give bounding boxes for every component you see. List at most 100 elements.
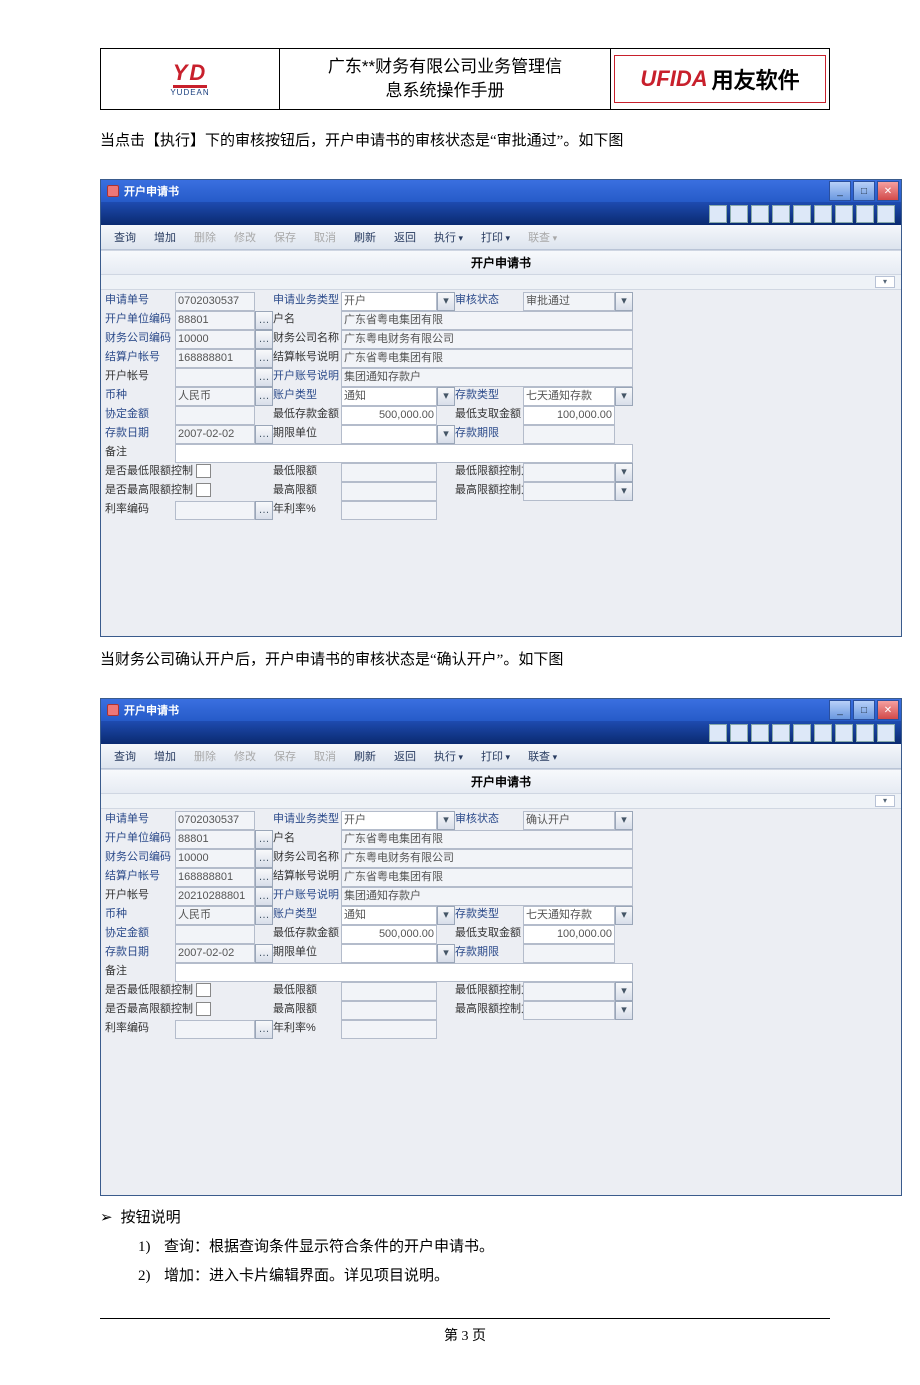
field-min-deposit[interactable]: 500,000.00 (341, 925, 437, 944)
field-min-limit[interactable] (341, 982, 437, 1001)
close-button[interactable]: ✕ (877, 181, 899, 201)
field-min-draw[interactable]: 100,000.00 (523, 406, 615, 425)
field-max-limit[interactable] (341, 482, 437, 501)
toolbar-icon[interactable] (709, 205, 727, 223)
field-min-mode[interactable] (523, 463, 615, 482)
toolbar-icon[interactable] (793, 724, 811, 742)
field-remark[interactable] (175, 444, 633, 463)
field-term-unit[interactable] (341, 944, 437, 963)
picker-icon[interactable]: … (255, 349, 273, 368)
field-fin-name[interactable]: 广东粤电财务有限公司 (341, 849, 633, 868)
field-fin-name[interactable]: 广东粤电财务有限公司 (341, 330, 633, 349)
dropdown-icon[interactable]: ▾ (437, 425, 455, 444)
field-min-deposit[interactable]: 500,000.00 (341, 406, 437, 425)
calendar-icon[interactable]: … (255, 425, 273, 444)
field-year-rate[interactable] (341, 501, 437, 520)
checkbox[interactable] (196, 1002, 211, 1016)
toolbar-icon[interactable] (835, 724, 853, 742)
picker-icon[interactable]: … (255, 1020, 273, 1039)
picker-icon[interactable]: … (255, 887, 273, 906)
field-open-desc[interactable]: 集团通知存款户 (341, 887, 633, 906)
field-rate-code[interactable] (175, 1020, 255, 1039)
refresh-button[interactable]: 刷新 (347, 228, 383, 246)
field-max-mode[interactable] (523, 1001, 615, 1020)
field-biz-type[interactable]: 开户 (341, 292, 437, 311)
checkbox[interactable] (196, 464, 211, 478)
field-settle-acct[interactable]: 168888801 (175, 349, 255, 368)
toolbar-icon[interactable] (709, 724, 727, 742)
picker-icon[interactable]: … (255, 387, 273, 406)
toolbar-icon[interactable] (730, 724, 748, 742)
field-deposit-type[interactable]: 七天通知存款 (523, 387, 615, 406)
field-term-unit[interactable] (341, 425, 437, 444)
toolbar-icon[interactable] (877, 205, 895, 223)
field-max-mode[interactable] (523, 482, 615, 501)
picker-icon[interactable]: … (255, 830, 273, 849)
field-unit-code[interactable]: 88801 (175, 830, 255, 849)
toolbar-icon[interactable] (772, 205, 790, 223)
toolbar-icon[interactable] (814, 205, 832, 223)
field-currency[interactable]: 人民币 (175, 387, 255, 406)
dropdown-icon[interactable]: ▾ (437, 906, 455, 925)
dropdown-icon[interactable]: ▾ (437, 944, 455, 963)
field-biz-type[interactable]: 开户 (341, 811, 437, 830)
toolbar-icon[interactable] (856, 205, 874, 223)
dropdown-icon[interactable]: ▾ (437, 292, 455, 311)
exec-button[interactable]: 执行 (427, 228, 470, 246)
field-open-acct[interactable]: 20210288801 (175, 887, 255, 906)
field-dep-term[interactable] (523, 944, 615, 963)
field-fin-code[interactable]: 10000 (175, 330, 255, 349)
toolbar-icon[interactable] (814, 724, 832, 742)
collapse-icon[interactable]: ▾ (875, 795, 895, 807)
field-deposit-type[interactable]: 七天通知存款 (523, 906, 615, 925)
field-open-desc[interactable]: 集团通知存款户 (341, 368, 633, 387)
field-currency[interactable]: 人民币 (175, 906, 255, 925)
minimize-button[interactable]: _ (829, 700, 851, 720)
field-audit-status[interactable]: 审批通过 (523, 292, 615, 311)
field-open-acct[interactable] (175, 368, 255, 387)
back-button[interactable]: 返回 (387, 228, 423, 246)
toolbar-icon[interactable] (772, 724, 790, 742)
toolbar-icon[interactable] (877, 724, 895, 742)
dropdown-icon[interactable]: ▾ (615, 906, 633, 925)
field-acct-type[interactable]: 通知 (341, 387, 437, 406)
field-min-limit[interactable] (341, 463, 437, 482)
field-min-draw[interactable]: 100,000.00 (523, 925, 615, 944)
minimize-button[interactable]: _ (829, 181, 851, 201)
field-min-mode[interactable] (523, 982, 615, 1001)
field-acct-name[interactable]: 广东省粤电集团有限 (341, 311, 633, 330)
picker-icon[interactable]: … (255, 311, 273, 330)
field-settle-acct[interactable]: 168888801 (175, 868, 255, 887)
add-button[interactable]: 增加 (147, 228, 183, 246)
dropdown-icon[interactable]: ▾ (615, 292, 633, 311)
picker-icon[interactable]: … (255, 868, 273, 887)
exec-button[interactable]: 执行 (427, 747, 470, 765)
linkq-button[interactable]: 联查 (521, 747, 564, 765)
field-settle-desc[interactable]: 广东省粤电集团有限 (341, 349, 633, 368)
field-dep-date[interactable]: 2007-02-02 (175, 944, 255, 963)
field-max-limit[interactable] (341, 1001, 437, 1020)
checkbox[interactable] (196, 983, 211, 997)
titlebar[interactable]: 开户申请书 _ □ ✕ (101, 699, 901, 721)
toolbar-icon[interactable] (751, 205, 769, 223)
toolbar-icon[interactable] (793, 205, 811, 223)
dropdown-icon[interactable]: ▾ (615, 811, 633, 830)
maximize-button[interactable]: □ (853, 181, 875, 201)
refresh-button[interactable]: 刷新 (347, 747, 383, 765)
picker-icon[interactable]: … (255, 906, 273, 925)
calendar-icon[interactable]: … (255, 944, 273, 963)
field-acct-type[interactable]: 通知 (341, 906, 437, 925)
toolbar-icon[interactable] (730, 205, 748, 223)
field-agreed-amt[interactable] (175, 406, 255, 425)
field-unit-code[interactable]: 88801 (175, 311, 255, 330)
toolbar-icon[interactable] (751, 724, 769, 742)
maximize-button[interactable]: □ (853, 700, 875, 720)
field-apply-no[interactable]: 0702030537 (175, 292, 255, 311)
dropdown-icon[interactable]: ▾ (615, 463, 633, 482)
titlebar[interactable]: 开户申请书 _ □ ✕ (101, 180, 901, 202)
dropdown-icon[interactable]: ▾ (615, 1001, 633, 1020)
field-fin-code[interactable]: 10000 (175, 849, 255, 868)
field-rate-code[interactable] (175, 501, 255, 520)
field-dep-term[interactable] (523, 425, 615, 444)
close-button[interactable]: ✕ (877, 700, 899, 720)
